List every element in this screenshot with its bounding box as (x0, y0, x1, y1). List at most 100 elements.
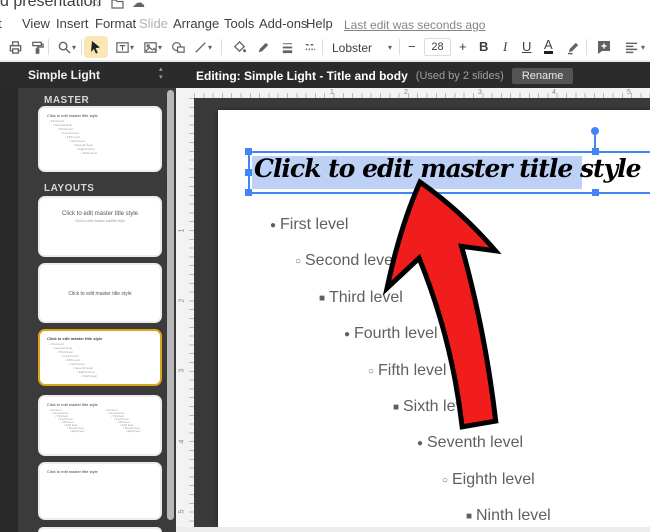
border-dash-icon[interactable] (301, 38, 319, 56)
menu-item-insert[interactable]: Insert (56, 16, 89, 31)
bold-button[interactable]: B (479, 39, 488, 54)
canvas-bottom-strip (176, 527, 650, 532)
text-box-caret-icon[interactable]: ▾ (130, 43, 134, 52)
thumbnail-bullet-line: • Ninth level (81, 151, 160, 155)
layout-thumbnail-title-and-body-selected[interactable]: Click to edit master title style • First… (38, 329, 162, 386)
textbox-border-top[interactable] (248, 151, 650, 153)
insert-line-icon[interactable] (191, 38, 209, 56)
font-caret-icon[interactable]: ▾ (388, 43, 392, 52)
layout-thumbnail-title-slide[interactable]: Click to edit master title style Click t… (38, 196, 162, 257)
zoom-caret-icon[interactable]: ▾ (72, 43, 76, 52)
bullet-text: Second level (305, 252, 397, 269)
decrease-font-size-button[interactable]: − (408, 39, 416, 54)
insert-shape-icon[interactable] (169, 38, 187, 56)
increase-font-size-button[interactable]: + (459, 39, 467, 54)
rename-button[interactable]: Rename (512, 68, 574, 84)
resize-handle-mid-left[interactable] (245, 169, 252, 176)
theme-name: Simple Light (28, 68, 100, 82)
menu-item-help[interactable]: Help (306, 16, 333, 31)
align-caret-icon[interactable]: ▾ (641, 43, 645, 52)
underline-button[interactable]: U (522, 39, 531, 54)
move-folder-icon[interactable] (111, 0, 124, 12)
insert-image-icon[interactable] (141, 38, 159, 56)
select-tool-icon[interactable] (87, 38, 105, 56)
resize-handle-bottom-left[interactable] (245, 189, 252, 196)
sidebar-scrollbar[interactable] (167, 90, 174, 520)
border-weight-icon[interactable] (278, 38, 296, 56)
toolbar-separator (48, 39, 49, 55)
bullet-text: Fifth level (378, 362, 446, 379)
zoom-icon[interactable] (55, 38, 73, 56)
paint-format-icon[interactable] (28, 38, 46, 56)
layout-thumbnail-title-only[interactable]: Click to edit master title style (38, 462, 162, 520)
master-title-placeholder[interactable]: Click to edit master title style (254, 154, 650, 183)
textbox-border-bottom[interactable] (248, 192, 650, 194)
font-size-input[interactable]: 28 (424, 38, 451, 56)
circle-bullet-icon: ○ (438, 475, 452, 486)
menu-item-edit-fragment[interactable]: t (0, 16, 2, 31)
star-icon[interactable]: ☆ (90, 0, 102, 11)
last-edit-link[interactable]: Last edit was seconds ago (344, 18, 485, 32)
insert-image-caret-icon[interactable]: ▾ (158, 43, 162, 52)
insert-comment-icon[interactable] (595, 38, 613, 56)
highlight-color-icon[interactable] (564, 38, 582, 56)
cloud-save-icon[interactable]: ☁ (132, 0, 145, 11)
master-section-label: MASTER (44, 95, 89, 106)
master-thumbnail[interactable]: Click to edit master title style • First… (38, 106, 162, 172)
text-color-button[interactable]: A (544, 39, 553, 54)
menu-item-slide[interactable]: Slide (139, 16, 168, 31)
bullet-level-4[interactable]: ●Fourth level (340, 325, 438, 343)
bullet-level-9[interactable]: ■Ninth level (462, 507, 551, 525)
menu-item-add-ons[interactable]: Add-ons (259, 16, 307, 31)
ruler-number: 1 (178, 229, 185, 233)
rotation-handle[interactable] (591, 127, 599, 135)
layout-thumbnail-partial[interactable] (38, 527, 162, 532)
toolbar: ▾ ▾ ▾ ▾ Lobst (0, 32, 650, 62)
ruler-number: 1 (330, 89, 334, 96)
toolbar-separator (81, 39, 82, 55)
bullet-text: Ninth level (476, 507, 551, 524)
fill-color-icon[interactable] (230, 38, 248, 56)
print-icon[interactable] (6, 38, 24, 56)
bullet-level-2[interactable]: ○Second level (291, 252, 397, 270)
bullet-level-8[interactable]: ○Eighth level (438, 471, 535, 489)
ruler-number: 4 (552, 89, 556, 96)
ruler-number: 4 (178, 440, 185, 444)
resize-handle-bottom-center[interactable] (592, 189, 599, 196)
insert-line-caret-icon[interactable]: ▾ (208, 43, 212, 52)
bullet-level-1[interactable]: ●First level (266, 216, 348, 234)
menu-item-arrange[interactable]: Arrange (173, 16, 219, 31)
italic-button[interactable]: I (503, 39, 507, 55)
layouts-sidebar: MASTER Click to edit master title style … (0, 88, 176, 532)
circle-bullet-icon: ○ (291, 256, 305, 267)
bullet-text: Third level (329, 289, 403, 306)
thumbnail-bullet-line: • Eighth level (126, 430, 155, 433)
menu-item-format[interactable]: Format (95, 16, 136, 31)
rotation-handle-stem (594, 135, 596, 151)
layout-thumbnail-two-columns[interactable]: Click to edit master title style • First… (38, 395, 162, 456)
bullet-level-7[interactable]: ●Seventh level (413, 434, 523, 452)
bullet-level-5[interactable]: ○Fifth level (364, 362, 446, 380)
border-color-icon[interactable] (254, 38, 272, 56)
thumbnail-bullet-line: • Eighth level (70, 430, 99, 433)
menu-item-tools[interactable]: Tools (224, 16, 254, 31)
theme-spinner-icon[interactable]: ▴▾ (159, 66, 163, 82)
text-box-icon[interactable] (113, 38, 131, 56)
ruler-number: 2 (178, 299, 185, 303)
bullet-text: First level (280, 216, 348, 233)
resize-handle-top-left[interactable] (245, 148, 252, 155)
square-bullet-icon: ■ (315, 293, 329, 304)
bullet-level-6[interactable]: ■Sixth level (389, 398, 476, 416)
bullet-level-3[interactable]: ■Third level (315, 289, 403, 307)
align-icon[interactable] (622, 38, 640, 56)
bullet-text: Seventh level (427, 434, 523, 451)
circle-bullet-icon: ○ (364, 366, 378, 377)
ruler-number: 5 (627, 89, 631, 96)
menu-item-view[interactable]: View (22, 16, 50, 31)
layouts-section-label: LAYOUTS (44, 183, 94, 194)
document-title[interactable]: d presentation (0, 0, 101, 11)
ruler-number: 5 (178, 510, 185, 514)
font-dropdown[interactable]: Lobster (332, 41, 372, 55)
layout-thumbnail-section-header[interactable]: Click to edit master title style (38, 263, 162, 323)
google-slides-master-editor: d presentation ☆ ☁ t View Insert FormatSli… (0, 0, 650, 532)
